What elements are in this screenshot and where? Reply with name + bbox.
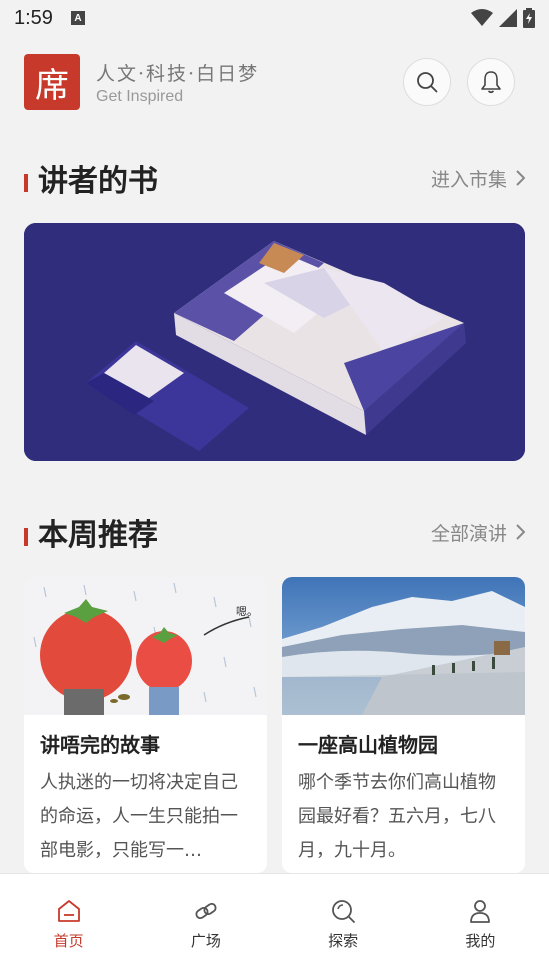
nav-profile[interactable]: 我的 (412, 874, 549, 977)
section-title: 讲者的书 (38, 164, 158, 199)
market-link[interactable]: 进入市集 (431, 165, 525, 192)
nav-explore-label: 探索 (328, 932, 359, 950)
all-talks-link-label: 全部演讲 (430, 522, 507, 545)
explore-icon (332, 900, 356, 923)
status-bar: 1:59 A (0, 0, 549, 36)
section-marker (24, 174, 28, 192)
section-books-header: 讲者的书 进入市集 (24, 158, 525, 199)
chevron-right-icon (516, 170, 525, 186)
battery-icon (523, 8, 535, 28)
section-marker (24, 528, 28, 546)
link-icon (195, 902, 217, 920)
profile-icon (470, 900, 491, 923)
header-actions (403, 58, 515, 106)
talk-card-image: 嗯。 (24, 577, 267, 715)
bell-icon (481, 71, 501, 94)
slogan: 人文·科技·白日梦 Get Inspired (96, 59, 259, 106)
nav-profile-label: 我的 (465, 932, 496, 950)
nav-home-label: 首页 (53, 932, 84, 950)
talk-card[interactable]: 一座高山植物园 哪个季节去你们高山植物园最好看？五六月，七八月，九十月。 (282, 577, 525, 873)
section-title: 本周推荐 (38, 518, 158, 553)
app-logo: 席 (24, 54, 80, 110)
app-header: 席 人文·科技·白日梦 Get Inspired (24, 54, 515, 110)
talk-card-title: 讲唔完的故事 (40, 733, 160, 757)
mountain-photo (282, 577, 525, 715)
talk-card-image (282, 577, 525, 715)
bottom-nav: 首页 广场 探索 我的 (0, 873, 549, 977)
talk-card[interactable]: 嗯。 讲唔完的故事 人执迷的一切将决定自己的命运，人一生只能拍一部电影，只能写一… (24, 577, 267, 873)
wifi-icon (471, 9, 493, 26)
signal-icon (499, 9, 517, 27)
book-banner[interactable] (24, 223, 525, 461)
book-cover-image (24, 223, 525, 461)
nav-square[interactable]: 广场 (137, 874, 274, 977)
talk-card-desc: 人执迷的一切将决定自己的命运，人一生只能拍一部电影，只能写一… (40, 772, 238, 861)
tomato-illustration (24, 577, 267, 715)
nav-explore[interactable]: 探索 (275, 874, 412, 977)
talk-card-desc: 哪个季节去你们高山植物园最好看？五六月，七八月，九十月。 (298, 772, 496, 861)
section-weekly-header: 本周推荐 全部演讲 (24, 512, 525, 553)
chevron-right-icon (516, 524, 525, 540)
status-time: 1:59 (14, 6, 53, 29)
slogan-en: Get Inspired (96, 87, 184, 105)
nav-square-label: 广场 (190, 932, 221, 950)
home-icon (57, 900, 80, 922)
search-icon (417, 72, 438, 93)
notification-a-icon: A (70, 11, 85, 25)
talk-card-title: 一座高山植物园 (298, 733, 438, 757)
slogan-cn: 人文·科技·白日梦 (96, 62, 260, 85)
all-talks-link[interactable]: 全部演讲 (431, 519, 525, 546)
nav-home[interactable]: 首页 (0, 874, 137, 977)
speech-bubble-text: 嗯。 (236, 605, 258, 618)
status-icons (471, 8, 535, 28)
search-button[interactable] (403, 58, 451, 106)
market-link-label: 进入市集 (430, 168, 507, 191)
notification-button[interactable] (467, 58, 515, 106)
